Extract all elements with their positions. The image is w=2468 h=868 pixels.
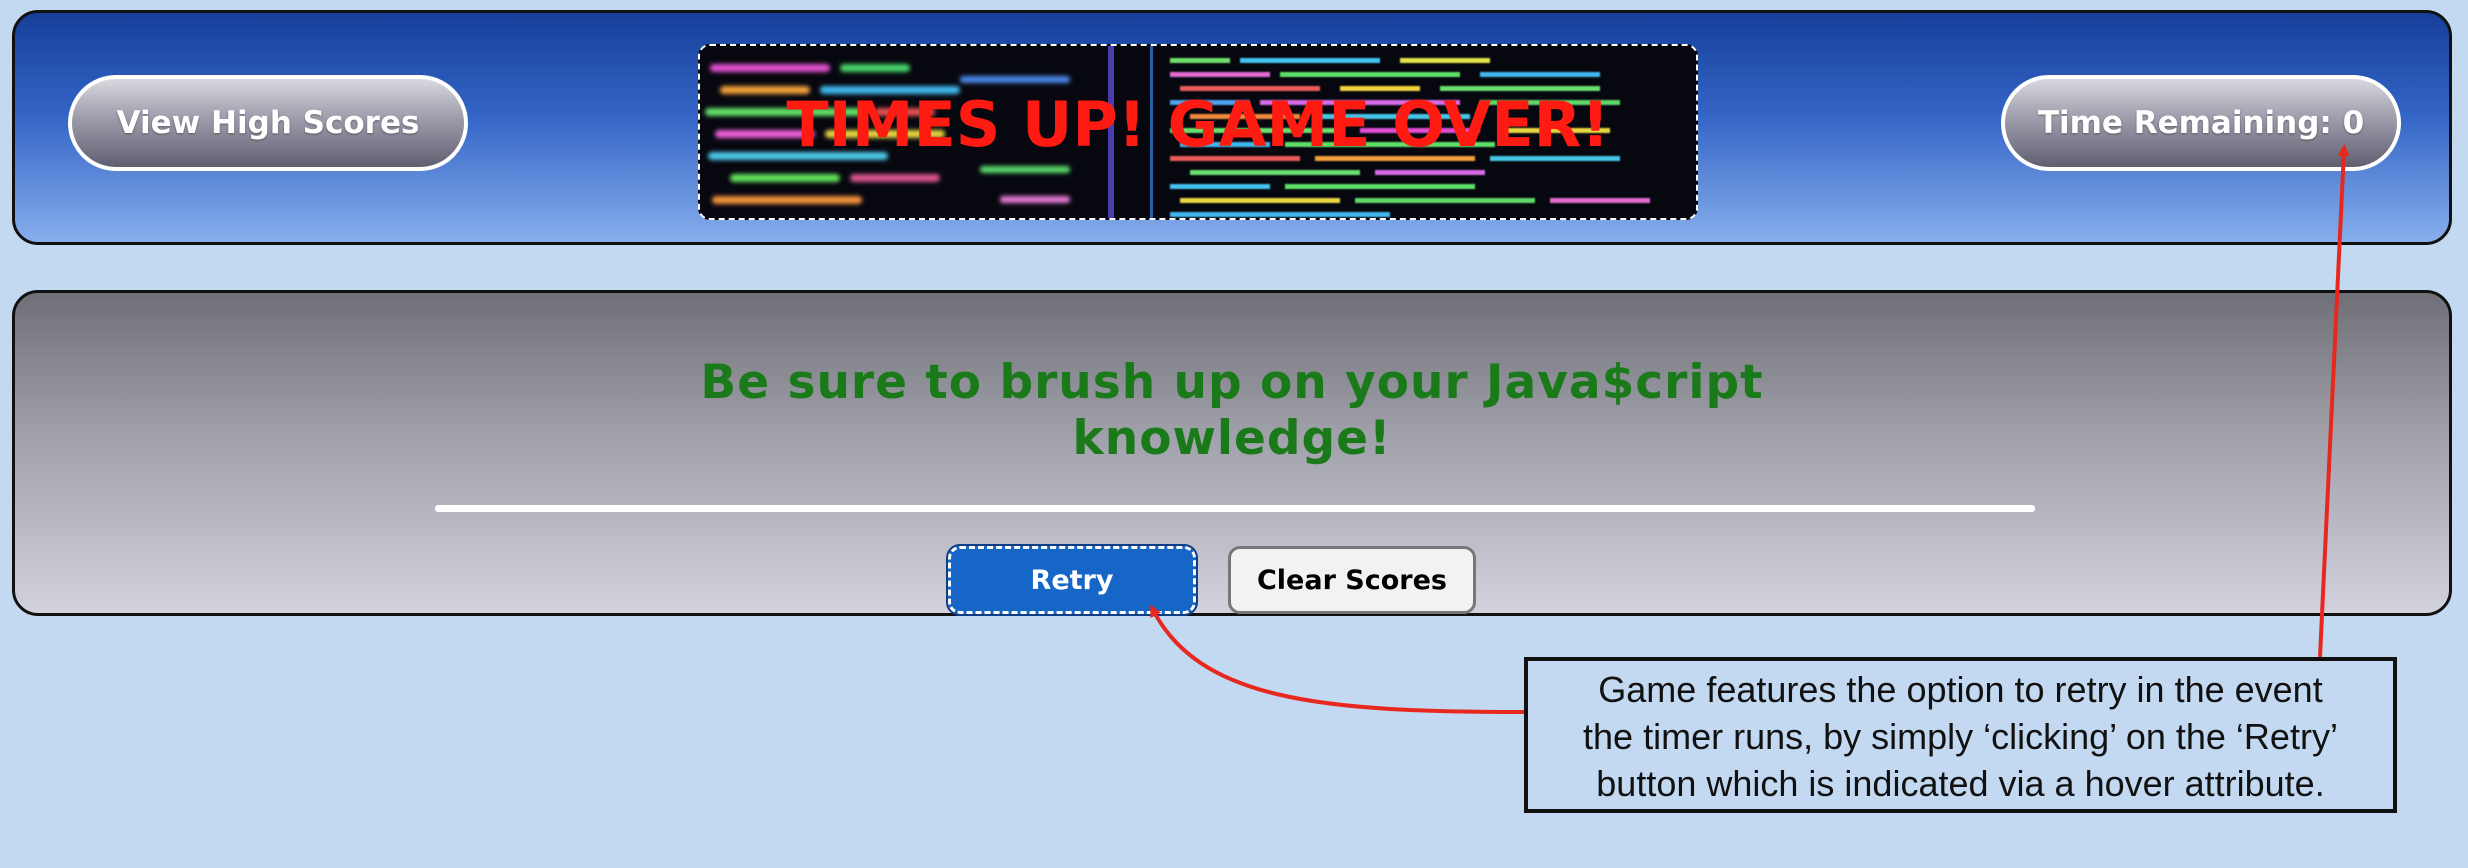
annotation-arrows [1150,144,2350,714]
arrow-to-timer-icon [2318,144,2350,658]
arrow-to-retry-icon [1150,604,1525,714]
